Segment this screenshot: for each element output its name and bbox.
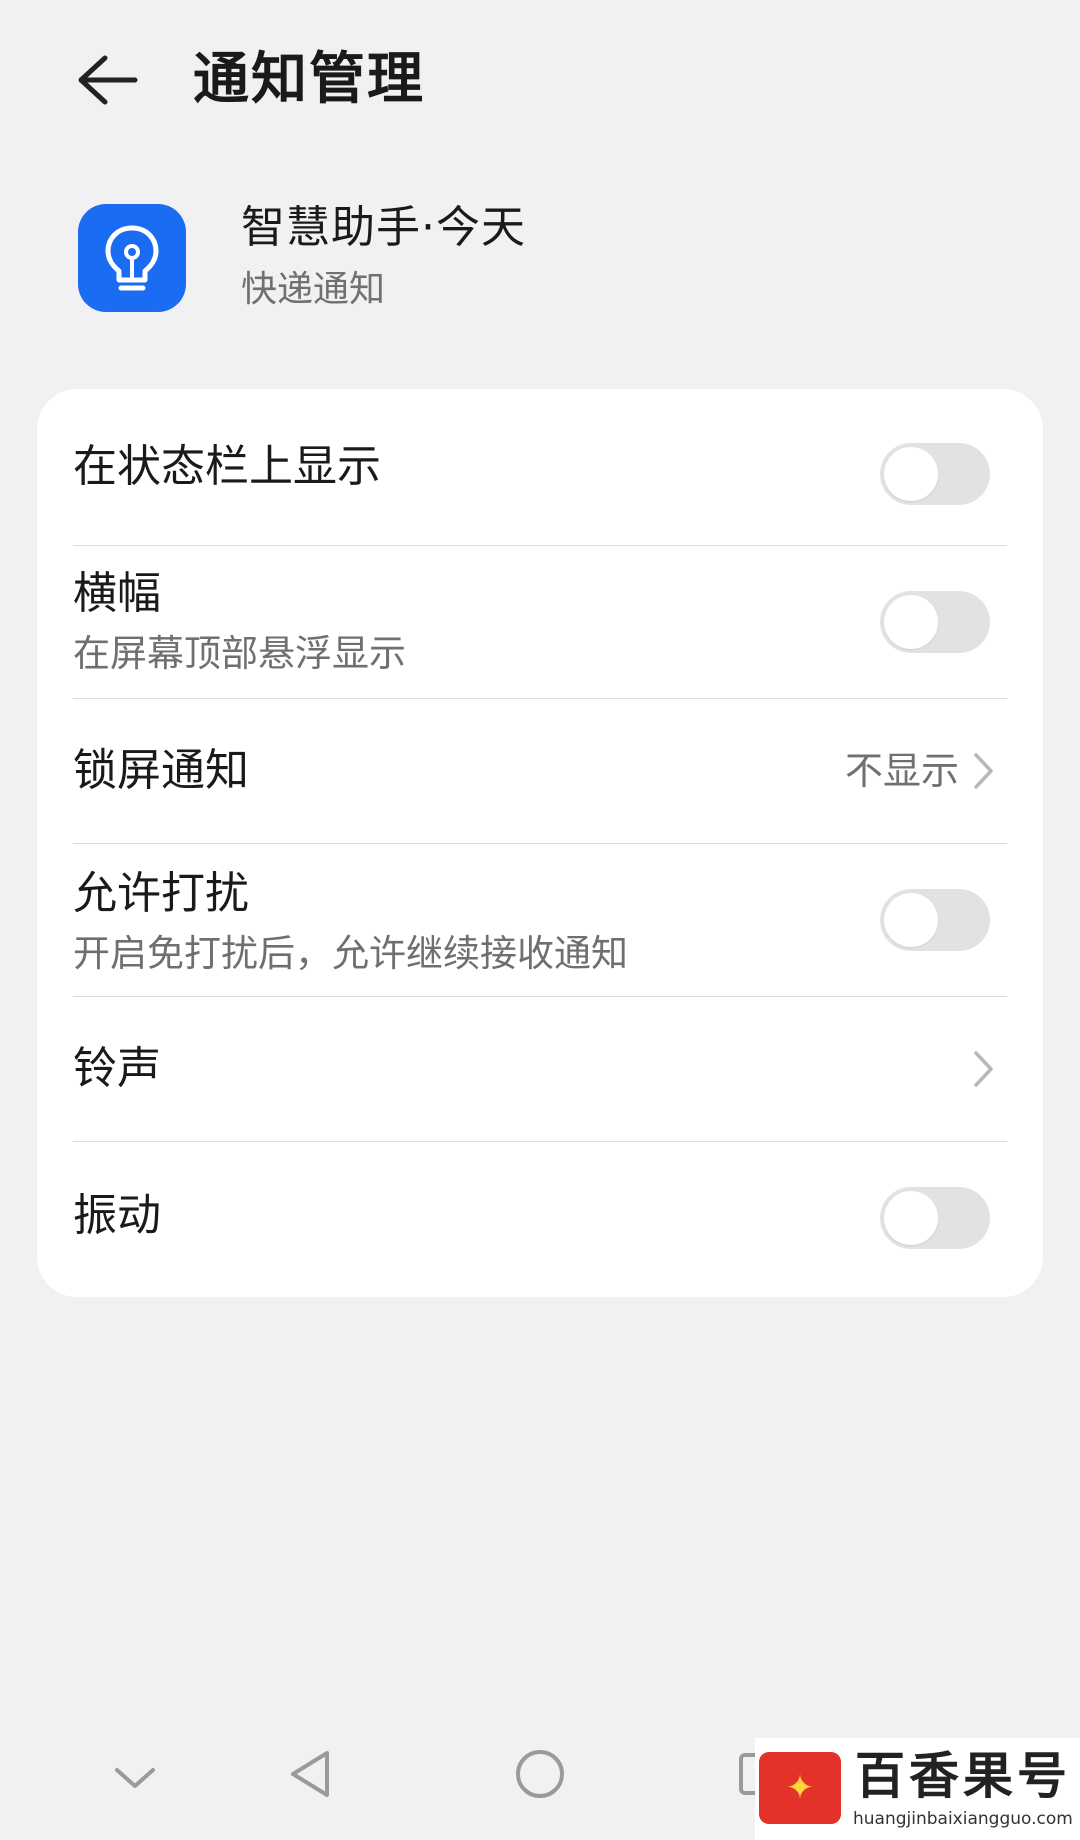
lightbulb-icon [78,204,186,312]
setting-allow-interrupt-row[interactable]: 允许打扰 开启免打扰后，允许继续接收通知 [37,844,1043,996]
setting-title: 振动 [73,1190,161,1241]
setting-lockscreen-row[interactable]: 锁屏通知 不显示 [37,699,1043,843]
chevron-right-icon [969,1044,999,1094]
statusbar-toggle[interactable] [880,443,990,505]
toggle-knob [884,1191,938,1245]
app-info: 智慧助手·今天 快递通知 [78,202,526,313]
setting-title: 锁屏通知 [73,745,249,796]
banner-toggle[interactable] [880,591,990,653]
vibration-toggle[interactable] [880,1187,990,1249]
toggle-knob [884,447,938,501]
setting-statusbar-row[interactable]: 在状态栏上显示 [37,389,1043,545]
setting-subtitle: 开启免打扰后，允许继续接收通知 [73,932,628,975]
setting-title: 横幅 [73,568,161,619]
back-triangle-icon[interactable] [270,1734,350,1814]
setting-banner-row[interactable]: 横幅 在屏幕顶部悬浮显示 [37,546,1043,698]
setting-subtitle: 在屏幕顶部悬浮显示 [73,632,406,675]
top-app-bar: 通知管理 [0,0,1080,160]
notification-settings-screen: 通知管理 智慧助手·今天 快递通知 在状态栏上显示 横幅 在屏幕顶部悬浮显示 锁… [0,0,1080,1840]
chevron-right-icon [969,746,999,796]
app-subtitle: 快递通知 [241,269,386,310]
setting-title: 在状态栏上显示 [73,441,381,492]
watermark-url: huangjinbaixiangguo.com [853,1809,1073,1829]
back-button[interactable] [62,40,152,120]
home-circle-icon[interactable] [500,1734,580,1814]
page-title: 通知管理 [193,47,425,112]
app-name: 智慧助手·今天 [241,202,526,253]
toggle-knob [884,893,938,947]
settings-card: 在状态栏上显示 横幅 在屏幕顶部悬浮显示 锁屏通知 不显示 允许打扰 开启免打扰… [37,389,1043,1297]
toggle-knob [884,595,938,649]
setting-title: 铃声 [73,1043,161,1094]
setting-ringtone-row[interactable]: 铃声 [37,997,1043,1141]
chevron-down-icon[interactable] [95,1738,175,1818]
watermark-title: 百香果号 [855,1746,1071,1805]
setting-title: 允许打扰 [73,868,249,919]
arrow-left-icon [78,55,138,105]
setting-value: 不显示 [844,749,959,793]
setting-vibration-row[interactable]: 振动 [37,1142,1043,1297]
allow-interrupt-toggle[interactable] [880,889,990,951]
watermark-logo-icon: ✦ [759,1752,841,1824]
watermark: ✦ 百香果号 huangjinbaixiangguo.com [755,1738,1080,1840]
